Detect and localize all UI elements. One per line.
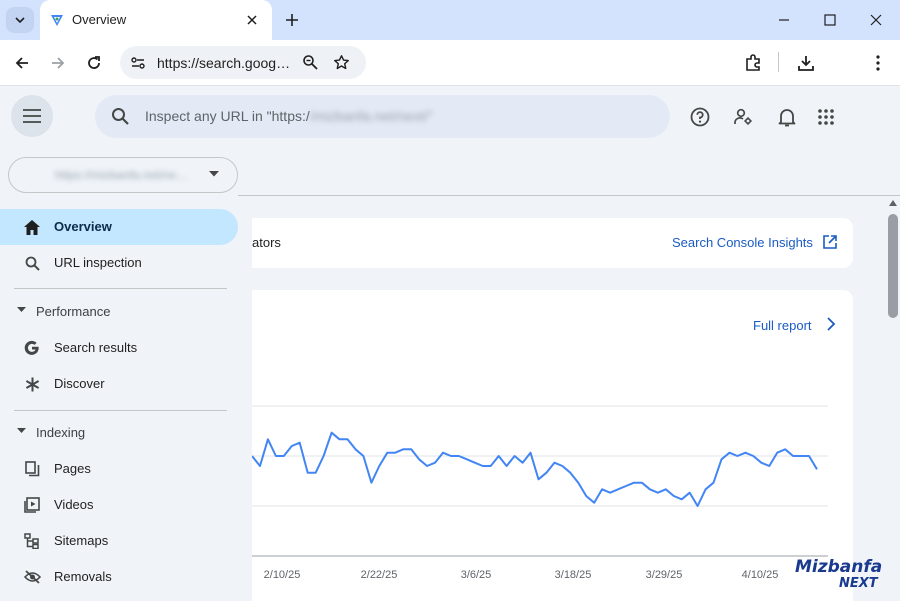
- toolbar-divider: [778, 52, 779, 72]
- url-inspection-search[interactable]: Inspect any URL in "https://mizbanfa.net…: [95, 95, 670, 138]
- chart-x-tick-label: 3/6/25: [461, 569, 492, 581]
- search-input[interactable]: Inspect any URL in "https://mizbanfa.net…: [145, 108, 433, 124]
- browser-tab-strip: Overview: [0, 0, 900, 40]
- reload-icon[interactable]: [82, 51, 106, 75]
- property-selector[interactable]: https://mizbanfa.net/ne…: [8, 157, 238, 193]
- sidebar-divider: [14, 288, 227, 289]
- sidebar-section-indexing[interactable]: Indexing: [0, 415, 238, 451]
- chart-x-tick-label: 3/18/25: [555, 569, 592, 581]
- sidebar-item-videos[interactable]: Videos: [0, 487, 238, 523]
- forward-icon[interactable]: [46, 51, 70, 75]
- search-placeholder-text: Inspect any URL in "https:/: [145, 108, 310, 124]
- property-label: https://mizbanfa.net/ne…: [55, 168, 189, 182]
- insights-card: ators Search Console Insights: [238, 218, 853, 268]
- sidebar-item-overview[interactable]: Overview: [0, 209, 238, 245]
- performance-line-chart: 2/10/25 2/22/25 3/6/25 3/18/25 3/29/25 4/10/2…: [252, 405, 828, 581]
- site-info-icon[interactable]: [130, 55, 146, 71]
- main-content: ators Search Console Insights Full repor…: [238, 196, 886, 601]
- arrow-drop-down-icon: [17, 428, 26, 433]
- sitemap-icon: [23, 532, 41, 550]
- manage-users-icon[interactable]: [731, 105, 755, 129]
- chart-x-tick-label: 4/10/25: [742, 569, 779, 581]
- apps-icon[interactable]: [814, 105, 838, 129]
- mizbanfa-watermark-logo: Mizbanfa NEXT: [793, 556, 885, 590]
- sidebar-nav: Overview URL inspection Performance Sear…: [0, 196, 252, 601]
- sidebar-item-label: Discover: [54, 376, 105, 391]
- pages-icon: [23, 460, 41, 478]
- home-icon: [23, 218, 41, 236]
- sidebar-item-url-inspection[interactable]: URL inspection: [0, 245, 238, 281]
- browser-toolbar: https://search.goog…: [0, 40, 900, 86]
- extensions-icon[interactable]: [741, 51, 765, 75]
- sidebar-item-search-results[interactable]: Search results: [0, 330, 238, 366]
- browser-tab[interactable]: Overview: [40, 0, 272, 40]
- arrow-drop-down-icon: [209, 171, 219, 177]
- sidebar-item-label: URL inspection: [54, 255, 142, 270]
- help-icon[interactable]: [688, 105, 712, 129]
- sidebar-item-discover[interactable]: Discover: [0, 366, 238, 402]
- zoom-icon[interactable]: [302, 54, 318, 70]
- plus-icon[interactable]: [282, 10, 302, 30]
- star-icon[interactable]: [333, 54, 350, 71]
- sidebar-item-label: Overview: [54, 219, 112, 234]
- sidebar-item-label: Search results: [54, 340, 138, 355]
- full-report-link[interactable]: Full report: [753, 318, 812, 333]
- google-g-icon: [23, 339, 41, 357]
- notifications-icon[interactable]: [775, 105, 799, 129]
- card-heading-text: ators: [252, 235, 281, 250]
- search-placeholder-blurred: /mizbanfa.net/next/": [309, 108, 434, 124]
- menu-icon[interactable]: [11, 95, 53, 137]
- search-icon: [23, 254, 41, 272]
- chevron-right-icon[interactable]: [826, 317, 836, 331]
- address-bar[interactable]: https://search.goog…: [120, 46, 366, 79]
- open-in-new-icon[interactable]: [823, 235, 837, 249]
- sidebar-item-label: Videos: [54, 497, 94, 512]
- asterisk-icon: [23, 375, 41, 393]
- back-icon[interactable]: [10, 51, 34, 75]
- search-icon: [111, 107, 130, 126]
- close-window-icon[interactable]: [866, 10, 886, 30]
- more-vert-icon[interactable]: [866, 51, 890, 75]
- scrollbar-thumb[interactable]: [888, 214, 898, 318]
- url-text: https://search.goog…: [157, 55, 291, 71]
- scroll-up-arrow-icon[interactable]: [889, 200, 897, 206]
- watermark-line1: Mizbanfa: [795, 557, 882, 577]
- sidebar-section-title: Indexing: [36, 425, 86, 440]
- download-icon[interactable]: [794, 51, 818, 75]
- tab-search-icon[interactable]: [6, 7, 34, 33]
- removals-icon: [23, 568, 41, 586]
- minimize-icon[interactable]: [774, 10, 794, 30]
- arrow-drop-down-icon: [17, 307, 26, 312]
- sidebar-section-title: Performance: [36, 304, 111, 319]
- videos-icon: [23, 496, 41, 514]
- favicon-icon: [50, 13, 64, 27]
- search-console-insights-link[interactable]: Search Console Insights: [672, 235, 813, 250]
- maximize-icon[interactable]: [820, 10, 840, 30]
- sidebar-item-removals[interactable]: Removals: [0, 559, 238, 595]
- sidebar-item-pages[interactable]: Pages: [0, 451, 238, 487]
- chart-x-tick-label: 2/10/25: [264, 569, 301, 581]
- close-icon[interactable]: [244, 12, 260, 28]
- sidebar-item-label: Removals: [54, 569, 112, 584]
- watermark-line2: NEXT: [839, 576, 879, 590]
- sidebar-item-label: Pages: [54, 461, 91, 476]
- sidebar-item-label: Sitemaps: [54, 533, 109, 548]
- sidebar-divider: [14, 410, 227, 411]
- chart-x-tick-label: 2/22/25: [361, 569, 398, 581]
- chart-series-line: [252, 431, 818, 507]
- scrollbar[interactable]: [886, 196, 900, 601]
- chart-x-tick-label: 3/29/25: [646, 569, 683, 581]
- sidebar-item-sitemaps[interactable]: Sitemaps: [0, 523, 238, 559]
- sidebar-section-performance[interactable]: Performance: [0, 294, 238, 330]
- tab-title: Overview: [72, 12, 127, 27]
